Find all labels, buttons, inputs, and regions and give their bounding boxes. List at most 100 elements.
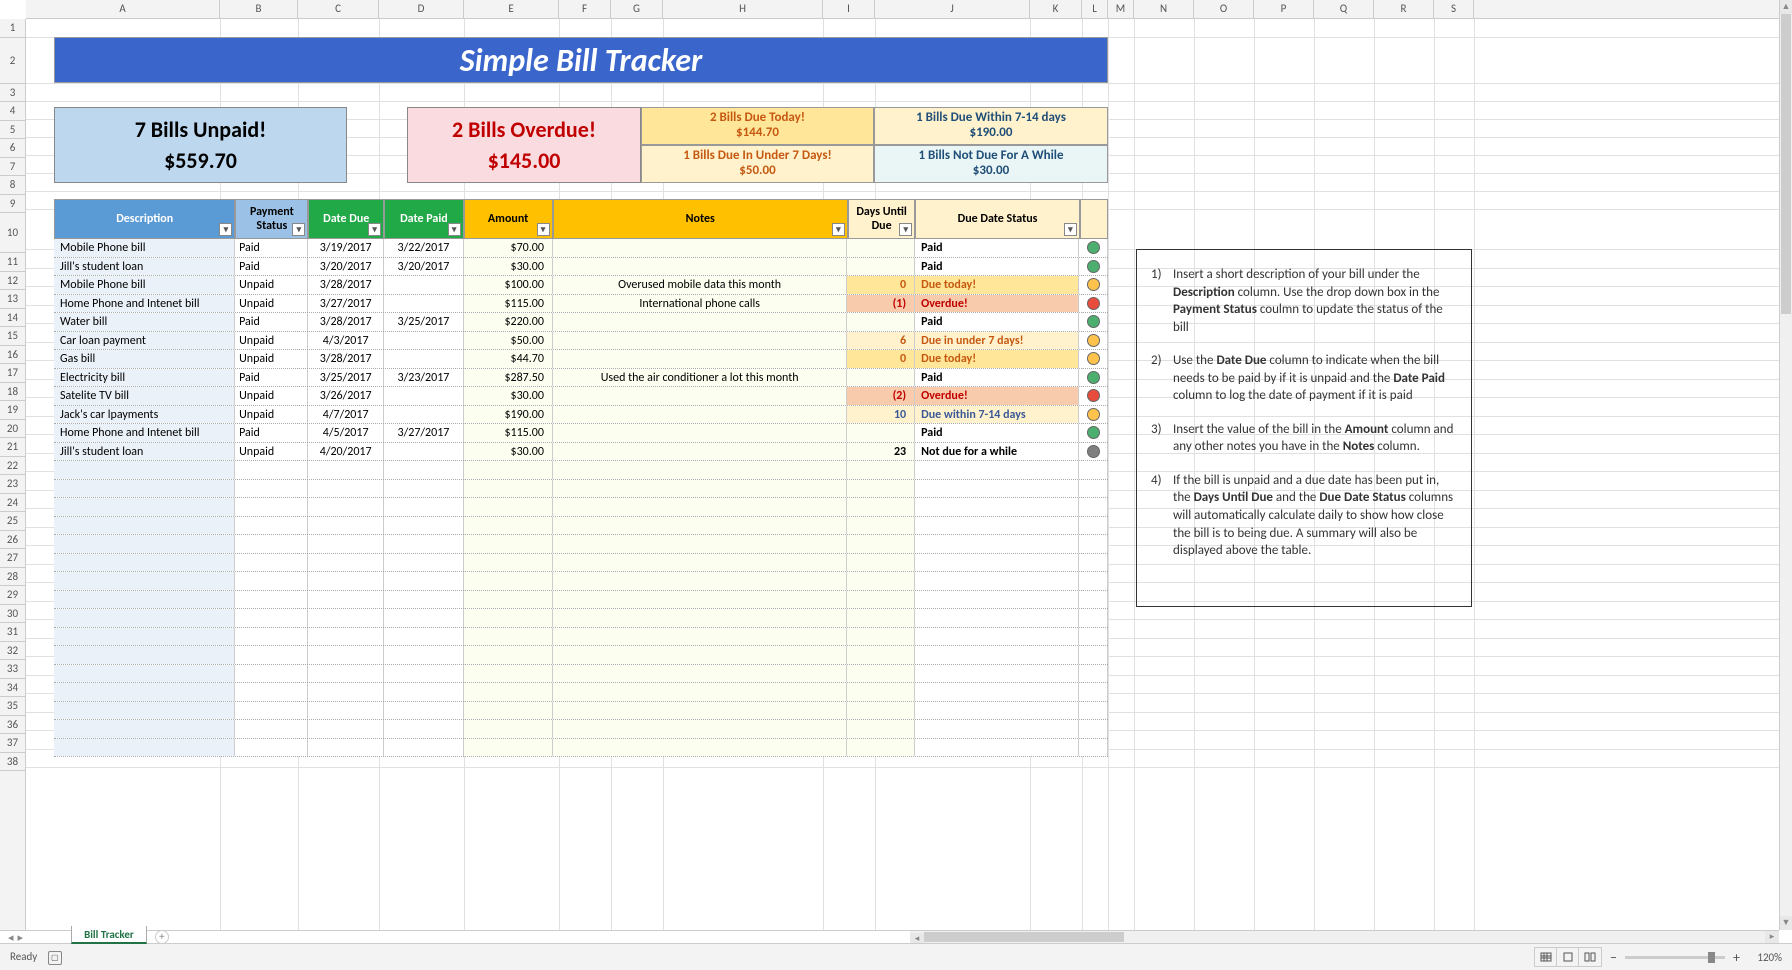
row-header[interactable]: 29 — [0, 586, 25, 605]
filter-icon[interactable]: ▾ — [537, 223, 550, 236]
cell-due-date-status[interactable] — [915, 646, 1079, 664]
cell-notes[interactable]: Overused mobile data this month — [553, 276, 847, 294]
cell-date-due[interactable]: 4/5/2017 — [308, 424, 384, 442]
table-row[interactable] — [54, 720, 1108, 739]
cell-amount[interactable] — [464, 517, 553, 535]
cell-date-due[interactable]: 3/25/2017 — [308, 369, 384, 387]
cell-days-until-due[interactable] — [847, 424, 915, 442]
cell-date-due[interactable] — [308, 461, 384, 479]
cell-notes[interactable] — [553, 313, 847, 331]
cell-date-due[interactable]: 4/7/2017 — [308, 406, 384, 424]
header-due-date-status[interactable]: Due Date Status▾ — [915, 199, 1080, 239]
row-header[interactable]: 12 — [0, 272, 25, 291]
cell-description[interactable]: Gas bill — [54, 350, 235, 368]
cell-amount[interactable] — [464, 665, 553, 683]
cell-description[interactable] — [54, 739, 235, 757]
row-header[interactable]: 37 — [0, 734, 25, 753]
filter-icon[interactable]: ▾ — [219, 223, 232, 236]
cell-date-paid[interactable] — [384, 350, 464, 368]
cell-description[interactable]: Car loan payment — [54, 332, 235, 350]
cell-payment-status[interactable]: Paid — [235, 258, 308, 276]
cell-days-until-due[interactable] — [847, 591, 915, 609]
table-row[interactable]: Satelite TV billUnpaid3/26/2017$30.00(2)… — [54, 387, 1108, 406]
cell-date-paid[interactable] — [384, 480, 464, 498]
row-header[interactable]: 26 — [0, 531, 25, 550]
column-header[interactable]: P — [1254, 0, 1314, 18]
cell-due-date-status[interactable] — [915, 609, 1079, 627]
table-row[interactable]: Electricity billPaid3/25/20173/23/2017$2… — [54, 369, 1108, 388]
cell-amount[interactable]: $220.00 — [464, 313, 553, 331]
cell-amount[interactable]: $70.00 — [464, 239, 553, 257]
cell-notes[interactable] — [553, 646, 847, 664]
table-row[interactable]: Car loan paymentUnpaid4/3/2017$50.006Due… — [54, 332, 1108, 351]
cell-notes[interactable] — [553, 517, 847, 535]
cell-notes[interactable]: Used the air conditioner a lot this mont… — [553, 369, 847, 387]
tab-prev-icon[interactable]: ◂ — [8, 931, 14, 944]
cell-date-paid[interactable] — [384, 591, 464, 609]
cell-amount[interactable] — [464, 572, 553, 590]
cell-description[interactable]: Jill's student loan — [54, 258, 235, 276]
cell-amount[interactable] — [464, 498, 553, 516]
row-header[interactable]: 9 — [0, 195, 25, 214]
row-header[interactable]: 38 — [0, 753, 25, 772]
column-header[interactable]: J — [875, 0, 1030, 18]
row-header[interactable]: 16 — [0, 346, 25, 365]
cell-description[interactable] — [54, 720, 235, 738]
cell-date-due[interactable]: 3/26/2017 — [308, 387, 384, 405]
cell-date-due[interactable] — [308, 739, 384, 757]
cell-amount[interactable]: $30.00 — [464, 387, 553, 405]
cell-description[interactable] — [54, 646, 235, 664]
cell-date-paid[interactable] — [384, 665, 464, 683]
cell-description[interactable]: Jack's car lpayments — [54, 406, 235, 424]
row-header[interactable]: 32 — [0, 642, 25, 661]
row-header[interactable]: 4 — [0, 102, 25, 121]
cell-days-until-due[interactable] — [847, 739, 915, 757]
cell-date-paid[interactable] — [384, 554, 464, 572]
row-header[interactable]: 17 — [0, 364, 25, 383]
row-header[interactable]: 33 — [0, 660, 25, 679]
cell-notes[interactable] — [553, 498, 847, 516]
row-headers[interactable]: 1234567891011121314151617181920212223242… — [0, 19, 26, 930]
cell-date-paid[interactable]: 3/23/2017 — [384, 369, 464, 387]
cell-days-until-due[interactable] — [847, 720, 915, 738]
row-header[interactable]: 20 — [0, 420, 25, 439]
cell-days-until-due[interactable] — [847, 258, 915, 276]
row-header[interactable]: 18 — [0, 383, 25, 402]
cell-amount[interactable] — [464, 720, 553, 738]
row-header[interactable]: 14 — [0, 309, 25, 328]
row-header[interactable]: 30 — [0, 605, 25, 624]
cell-amount[interactable] — [464, 702, 553, 720]
cell-amount[interactable] — [464, 535, 553, 553]
cell-description[interactable]: Home Phone and Intenet bill — [54, 295, 235, 313]
table-row[interactable] — [54, 628, 1108, 647]
row-header[interactable]: 6 — [0, 139, 25, 158]
cell-date-due[interactable] — [308, 609, 384, 627]
cell-due-date-status[interactable]: Due within 7-14 days — [915, 406, 1079, 424]
cell-payment-status[interactable] — [235, 646, 308, 664]
cell-description[interactable] — [54, 683, 235, 701]
row-header[interactable]: 15 — [0, 327, 25, 346]
cell-date-paid[interactable] — [384, 276, 464, 294]
cell-notes[interactable] — [553, 535, 847, 553]
row-header[interactable]: 13 — [0, 290, 25, 309]
row-header[interactable]: 34 — [0, 679, 25, 698]
cell-amount[interactable] — [464, 739, 553, 757]
column-header[interactable]: H — [663, 0, 823, 18]
cell-amount[interactable]: $30.00 — [464, 443, 553, 461]
cell-notes[interactable] — [553, 480, 847, 498]
cell-date-due[interactable]: 4/20/2017 — [308, 443, 384, 461]
cell-date-paid[interactable] — [384, 702, 464, 720]
row-header[interactable]: 28 — [0, 568, 25, 587]
filter-icon[interactable]: ▾ — [292, 223, 305, 236]
header-days-until-due[interactable]: Days Until Due▾ — [848, 199, 915, 239]
cell-date-paid[interactable] — [384, 683, 464, 701]
cell-date-paid[interactable] — [384, 461, 464, 479]
zoom-in-button[interactable]: + — [1733, 949, 1740, 966]
row-header[interactable]: 35 — [0, 697, 25, 716]
cell-amount[interactable] — [464, 554, 553, 572]
table-row[interactable]: Mobile Phone billUnpaid3/28/2017$100.00O… — [54, 276, 1108, 295]
cell-days-until-due[interactable] — [847, 554, 915, 572]
cell-amount[interactable]: $30.00 — [464, 258, 553, 276]
table-row[interactable]: Gas billUnpaid3/28/2017$44.700Due today! — [54, 350, 1108, 369]
cell-due-date-status[interactable]: Due in under 7 days! — [915, 332, 1079, 350]
